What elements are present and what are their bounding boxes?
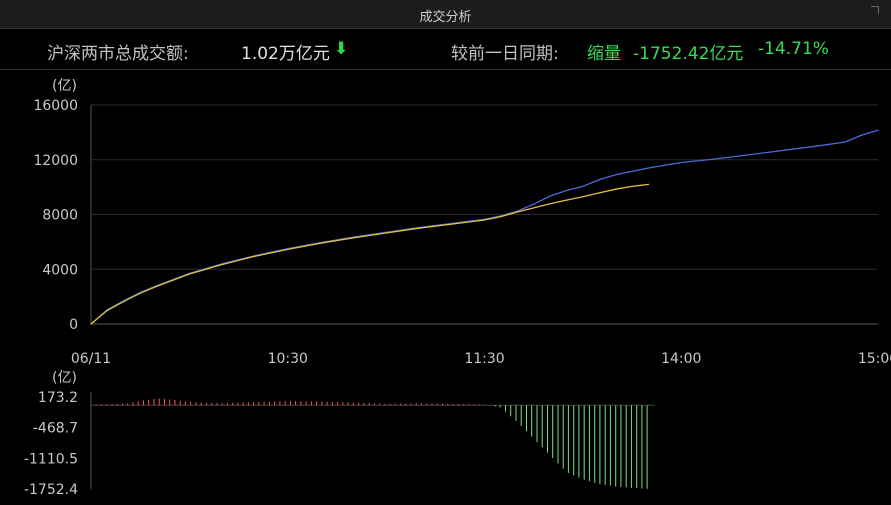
data-point — [319, 242, 322, 244]
data-point — [418, 227, 420, 229]
data-point — [582, 196, 584, 198]
data-point — [352, 237, 354, 239]
sub-y-tick-label: -468.7 — [33, 421, 78, 437]
data-point — [598, 192, 600, 194]
data-point — [615, 188, 617, 190]
data-point — [647, 183, 650, 185]
data-point — [746, 154, 748, 156]
data-point — [221, 263, 223, 266]
data-point — [287, 248, 289, 251]
y-tick-label: 8000 — [42, 208, 78, 224]
data-point — [549, 195, 551, 197]
data-point — [582, 185, 584, 188]
data-point — [516, 211, 518, 213]
x-tick-label: 10:30 — [268, 351, 308, 367]
data-point — [598, 178, 600, 181]
data-point — [631, 185, 633, 188]
x-tick-label: 15:00 — [858, 351, 891, 367]
yesterday-volume-line — [90, 183, 649, 325]
data-point — [713, 158, 715, 160]
sub-y-tick-label: -1110.5 — [24, 451, 78, 467]
data-point — [500, 215, 502, 218]
data-point — [188, 273, 190, 275]
x-tick-label: 11:30 — [464, 351, 504, 367]
x-tick-label: 06/11 — [71, 351, 111, 367]
data-point — [779, 150, 781, 152]
data-point — [549, 203, 551, 205]
turnover-chart: 0 4000 8000 12000 16000 (亿) 06/11 10:30 11:30 14:… — [24, 78, 891, 498]
sub-y-tick-label: -1752.4 — [24, 482, 78, 498]
data-point — [533, 203, 535, 205]
y-tick-label: 12000 — [33, 153, 78, 169]
data-point — [565, 199, 568, 201]
data-point — [861, 134, 863, 136]
data-point — [647, 167, 650, 169]
data-point — [533, 207, 535, 209]
y-tick-label: 4000 — [42, 262, 78, 278]
data-point — [631, 170, 633, 172]
data-point — [483, 219, 486, 221]
sub-unit-label: (亿) — [52, 370, 77, 386]
data-point — [123, 300, 125, 303]
x-tick-label: 14:00 — [661, 351, 701, 367]
y-tick-label: 0 — [69, 317, 78, 333]
data-point — [254, 255, 256, 257]
y-unit-label: (亿) — [52, 78, 77, 94]
data-point — [90, 323, 92, 325]
sub-y-tick-label: 173.2 — [38, 390, 78, 406]
data-point — [155, 285, 158, 287]
data-point — [680, 161, 682, 164]
data-point — [811, 146, 814, 148]
data-point — [565, 189, 568, 192]
y-tick-label: 16000 — [33, 98, 78, 114]
data-point — [844, 141, 846, 143]
data-point — [385, 232, 387, 234]
data-point — [139, 292, 141, 294]
data-point — [615, 174, 617, 176]
data-point — [877, 129, 879, 131]
data-point — [106, 309, 108, 311]
data-point — [451, 223, 453, 225]
